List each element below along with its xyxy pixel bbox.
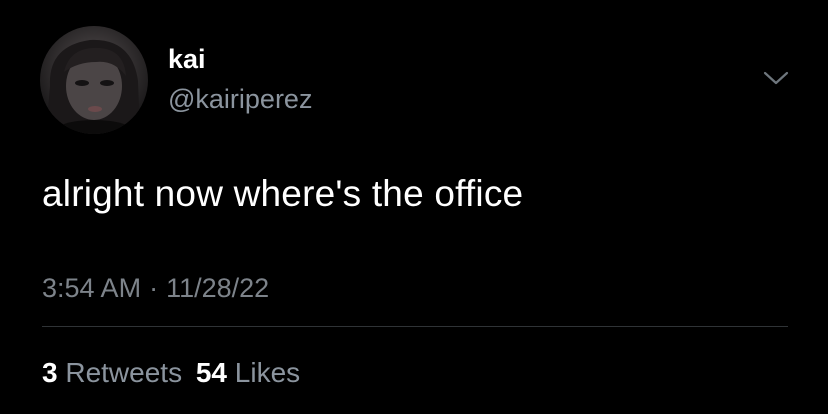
likes-count: 54 [195, 357, 228, 388]
tweet-date: 11/28/22 [166, 273, 270, 303]
avatar-image [46, 39, 140, 134]
divider [42, 326, 788, 327]
meta-separator: · [149, 273, 159, 303]
likes-label: Likes [234, 357, 301, 388]
retweets-stat[interactable]: 3 Retweets [42, 357, 190, 388]
tweet-text: alright now where's the office [42, 173, 524, 214]
tweet-stats: 3 Retweets 54 Likes [42, 356, 300, 390]
user-handle[interactable]: @kairiperez [168, 84, 312, 114]
chevron-down-icon[interactable] [762, 68, 790, 88]
display-name[interactable]: kai [168, 44, 206, 74]
tweet-time: 3:54 AM [42, 273, 142, 303]
tweet-card: kai @kairiperez alright now where's the … [0, 0, 828, 414]
tweet-timestamp[interactable]: 3:54 AM · 11/28/22 [42, 272, 269, 304]
avatar[interactable] [40, 26, 148, 134]
likes-stat[interactable]: 54 Likes [196, 357, 300, 388]
retweets-count: 3 [42, 357, 58, 388]
retweets-label: Retweets [65, 357, 183, 388]
